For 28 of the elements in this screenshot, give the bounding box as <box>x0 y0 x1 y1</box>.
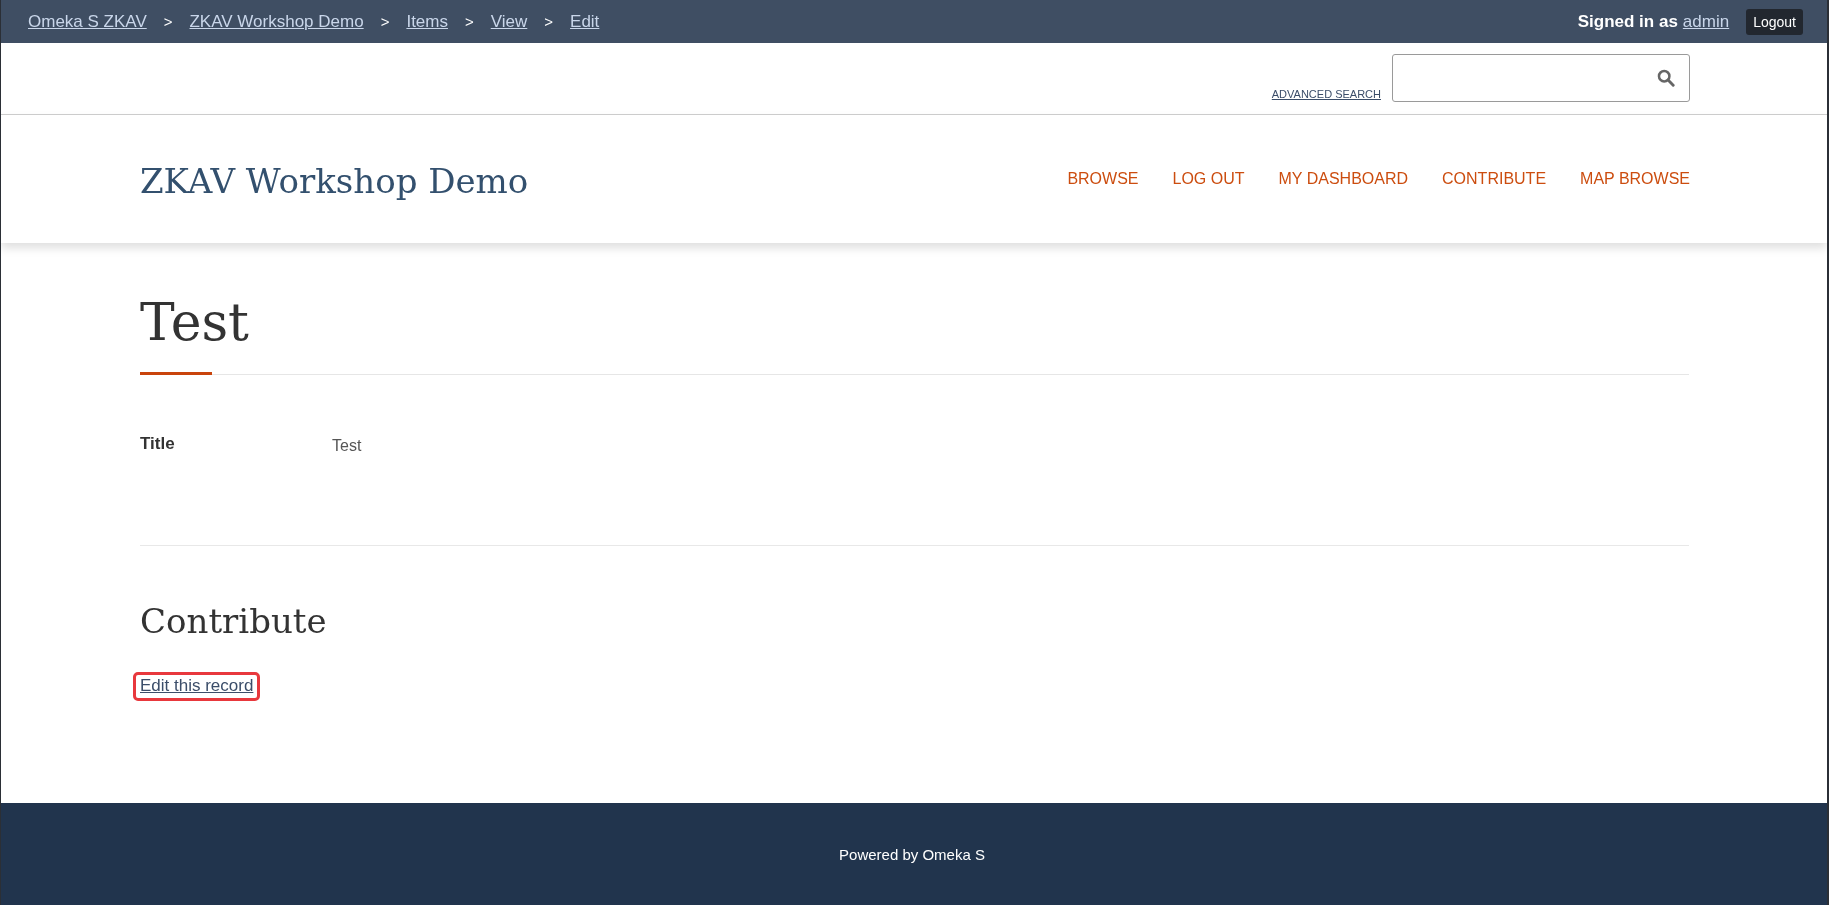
nav-link[interactable]: MAP BROWSE <box>1580 170 1690 188</box>
breadcrumb-separator: > <box>464 13 474 30</box>
breadcrumb-link[interactable]: ZKAV Workshop Demo <box>189 11 364 32</box>
signed-in-label: Signed in as <box>1577 11 1678 32</box>
nav-link[interactable]: BROWSE <box>1067 170 1139 188</box>
logout-button[interactable]: Logout <box>1746 8 1803 35</box>
breadcrumb-link[interactable]: View <box>490 11 528 32</box>
breadcrumb-separator: > <box>544 13 554 30</box>
breadcrumb-separator: > <box>380 13 390 30</box>
search-icon[interactable] <box>1657 69 1675 87</box>
nav-link[interactable]: CONTRIBUTE <box>1442 170 1547 188</box>
breadcrumb-link[interactable]: Edit <box>570 11 600 32</box>
title-accent-bar <box>140 372 212 375</box>
advanced-search-link[interactable]: ADVANCED SEARCH <box>1271 88 1381 100</box>
nav-link[interactable]: MY DASHBOARD <box>1278 170 1409 188</box>
property-value: Test <box>332 437 362 455</box>
search-field[interactable] <box>1392 54 1690 102</box>
property-label: Title <box>140 434 176 454</box>
breadcrumb-link[interactable]: Omeka S ZKAV <box>28 11 147 32</box>
nav-link[interactable]: LOG OUT <box>1172 170 1245 188</box>
item-title: Test <box>140 291 250 353</box>
site-title[interactable]: ZKAV Workshop Demo <box>140 161 529 201</box>
section-heading: Contribute <box>140 600 328 642</box>
edit-record-link[interactable]: Edit this record <box>140 676 254 695</box>
breadcrumb-link[interactable]: Items <box>406 11 448 32</box>
user-link[interactable]: admin <box>1682 11 1730 32</box>
breadcrumb-separator: > <box>163 13 173 30</box>
footer-text: Powered by Omeka S <box>839 845 986 863</box>
